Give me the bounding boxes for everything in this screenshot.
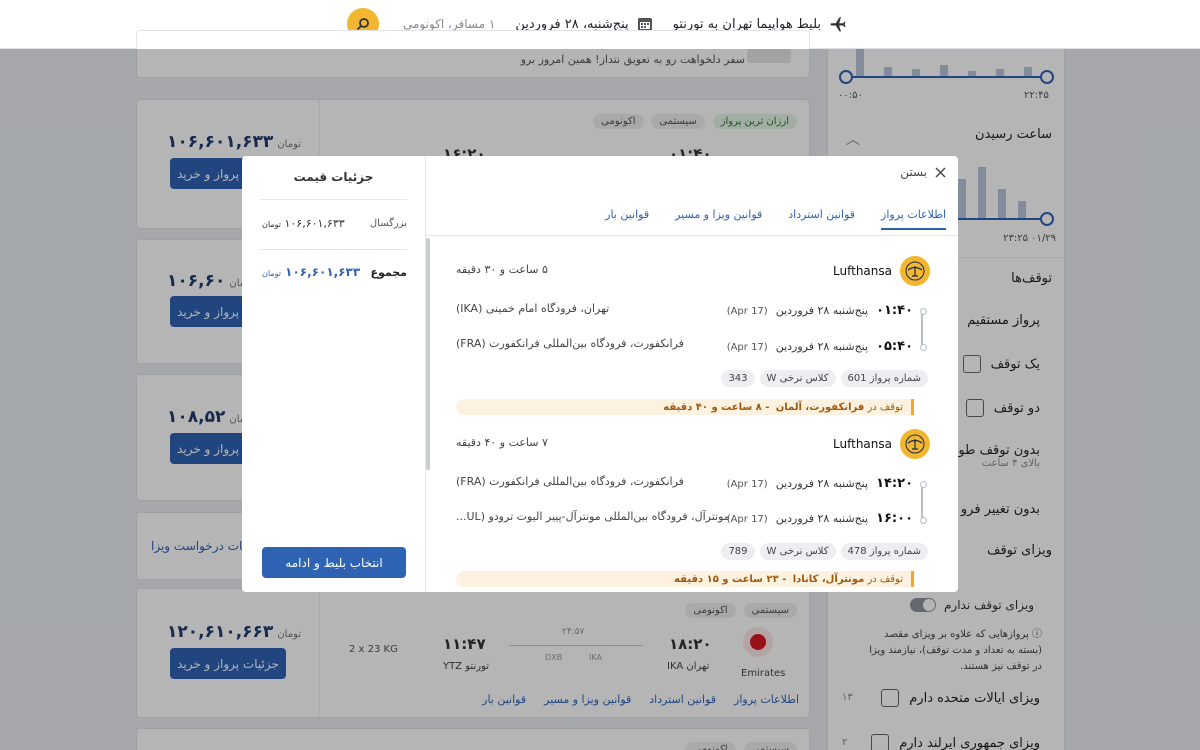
divider: [260, 199, 407, 200]
tab-baggage-rules[interactable]: قوانین بار: [605, 208, 649, 230]
airline-name: Lufthansa: [833, 264, 892, 278]
passengers-label: ۱ مسافر، اکونومی: [403, 17, 496, 31]
layover-duration: - ۲۳ ساعت و ۱۵ دقیقه: [674, 573, 787, 585]
flight-number-chip: شماره پرواز 478: [840, 543, 928, 560]
airplane-icon: [830, 17, 846, 32]
segment-timeline: [921, 312, 923, 348]
divider: [260, 249, 407, 250]
adult-label: بزرگسال: [369, 218, 407, 229]
arr-date-en: (Apr 17): [726, 514, 768, 525]
tab-visa-rules[interactable]: قوانین ویزا و مسیر: [675, 208, 762, 230]
segment-airline: Lufthansa: [833, 429, 930, 459]
layover-banner: توقف در فرانکفورت، آلمان - ۸ ساعت و ۴۰ د…: [456, 399, 914, 415]
tab-refund-rules[interactable]: قوانین استرداد: [788, 208, 855, 230]
segment-timeline: [921, 485, 923, 521]
aircraft-chip: 789: [721, 543, 755, 560]
fare-class-chip: کلاس نرخی W: [759, 543, 836, 560]
layover-city: مونترآل، کانادا: [792, 573, 865, 585]
layover-duration: - ۸ ساعت و ۴۰ دقیقه: [663, 401, 770, 413]
layover-prefix: توقف در: [867, 573, 903, 585]
arr-time: ۱۶:۰۰: [876, 511, 913, 526]
adult-price: ۱۰۶,۶۰۱,۶۳۳ تومان: [262, 217, 345, 230]
flight-details-modal: جزئیات قیمت بزرگسال ۱۰۶,۶۰۱,۶۳۳ تومان مج…: [242, 156, 958, 592]
total-price: ۱۰۶,۶۰۱,۶۳۳ تومان: [262, 265, 361, 279]
segment-departure: ۱۴:۲۰ پنج‌شنبه ۲۸ فروردین (Apr 17): [727, 476, 913, 491]
segment-duration: ۷ ساعت و ۴۰ دقیقه: [456, 436, 548, 449]
tab-flight-info[interactable]: اطلاعات پرواز: [881, 208, 946, 230]
segment-departure: ۰۱:۴۰ پنج‌شنبه ۲۸ فروردین (Apr 17): [727, 303, 913, 318]
fare-class-chip: کلاس نرخی W: [759, 370, 836, 387]
dep-date: پنج‌شنبه ۲۸ فروردین: [775, 477, 869, 490]
timeline-dot: [920, 481, 927, 488]
dep-time: ۰۱:۴۰: [876, 303, 913, 318]
close-icon: [935, 167, 946, 177]
segment-chips: شماره پرواز 478کلاس نرخی W789: [716, 543, 928, 560]
aircraft-chip: 343: [721, 370, 755, 387]
segment-duration: ۵ ساعت و ۳۰ دقیقه: [456, 263, 548, 276]
timeline-dot: [920, 517, 927, 524]
flight-number-chip: شماره پرواز 601: [840, 370, 928, 387]
airline-name: Lufthansa: [833, 437, 892, 451]
arr-date: پنج‌شنبه ۲۸ فروردین: [775, 340, 869, 353]
tab-divider: [426, 235, 958, 236]
timeline-dot: [920, 344, 927, 351]
scrollbar[interactable]: [426, 238, 430, 470]
price-details-title: جزئیات قیمت: [293, 170, 374, 184]
close-label: بستن: [900, 165, 927, 179]
dep-place: تهران، فرودگاه امام خمینی (IKA): [456, 302, 610, 315]
segment-arrival: ۱۶:۰۰ پنج‌شنبه ۲۸ فروردین (Apr 17): [727, 511, 913, 526]
price-details-panel: جزئیات قیمت بزرگسال ۱۰۶,۶۰۱,۶۳۳ تومان مج…: [242, 156, 426, 592]
dep-date-en: (Apr 17): [726, 306, 768, 317]
arr-place: فرانکفورت، فرودگاه بین‌المللی فرانکفورت …: [456, 337, 684, 350]
search-icon: [356, 18, 369, 31]
arr-date-en: (Apr 17): [726, 342, 768, 353]
arr-time: ۰۵:۴۰: [876, 339, 913, 354]
layover-prefix: توقف در: [867, 401, 903, 413]
lufthansa-logo: [900, 256, 930, 286]
dep-time: ۱۴:۲۰: [876, 476, 913, 491]
select-ticket-button[interactable]: انتخاب بلیط و ادامه: [262, 547, 406, 578]
timeline-dot: [920, 308, 927, 315]
arr-place: مونترآل، فرودگاه بین‌المللی مونترآل-پییر…: [456, 510, 730, 523]
flight-info-panel: بستن اطلاعات پرواز قوانین استرداد قوانین…: [426, 156, 958, 592]
total-label: مجموع: [370, 266, 407, 279]
segment-arrival: ۰۵:۴۰ پنج‌شنبه ۲۸ فروردین (Apr 17): [727, 339, 913, 354]
dep-date: پنج‌شنبه ۲۸ فروردین: [775, 304, 869, 317]
segment-airline: Lufthansa: [833, 256, 930, 286]
layover-city: فرانکفورت، آلمان: [775, 401, 865, 413]
arr-date: پنج‌شنبه ۲۸ فروردین: [775, 512, 869, 525]
dep-place: فرانکفورت، فرودگاه بین‌المللی فرانکفورت …: [456, 475, 684, 488]
segment-chips: شماره پرواز 601کلاس نرخی W343: [716, 370, 928, 387]
close-button[interactable]: بستن: [900, 165, 946, 179]
modal-tabs: اطلاعات پرواز قوانین استرداد قوانین ویزا…: [605, 208, 946, 230]
lufthansa-logo: [900, 429, 930, 459]
layover-banner: توقف در مونترآل، کانادا - ۲۳ ساعت و ۱۵ د…: [456, 571, 914, 587]
dep-date-en: (Apr 17): [726, 479, 768, 490]
